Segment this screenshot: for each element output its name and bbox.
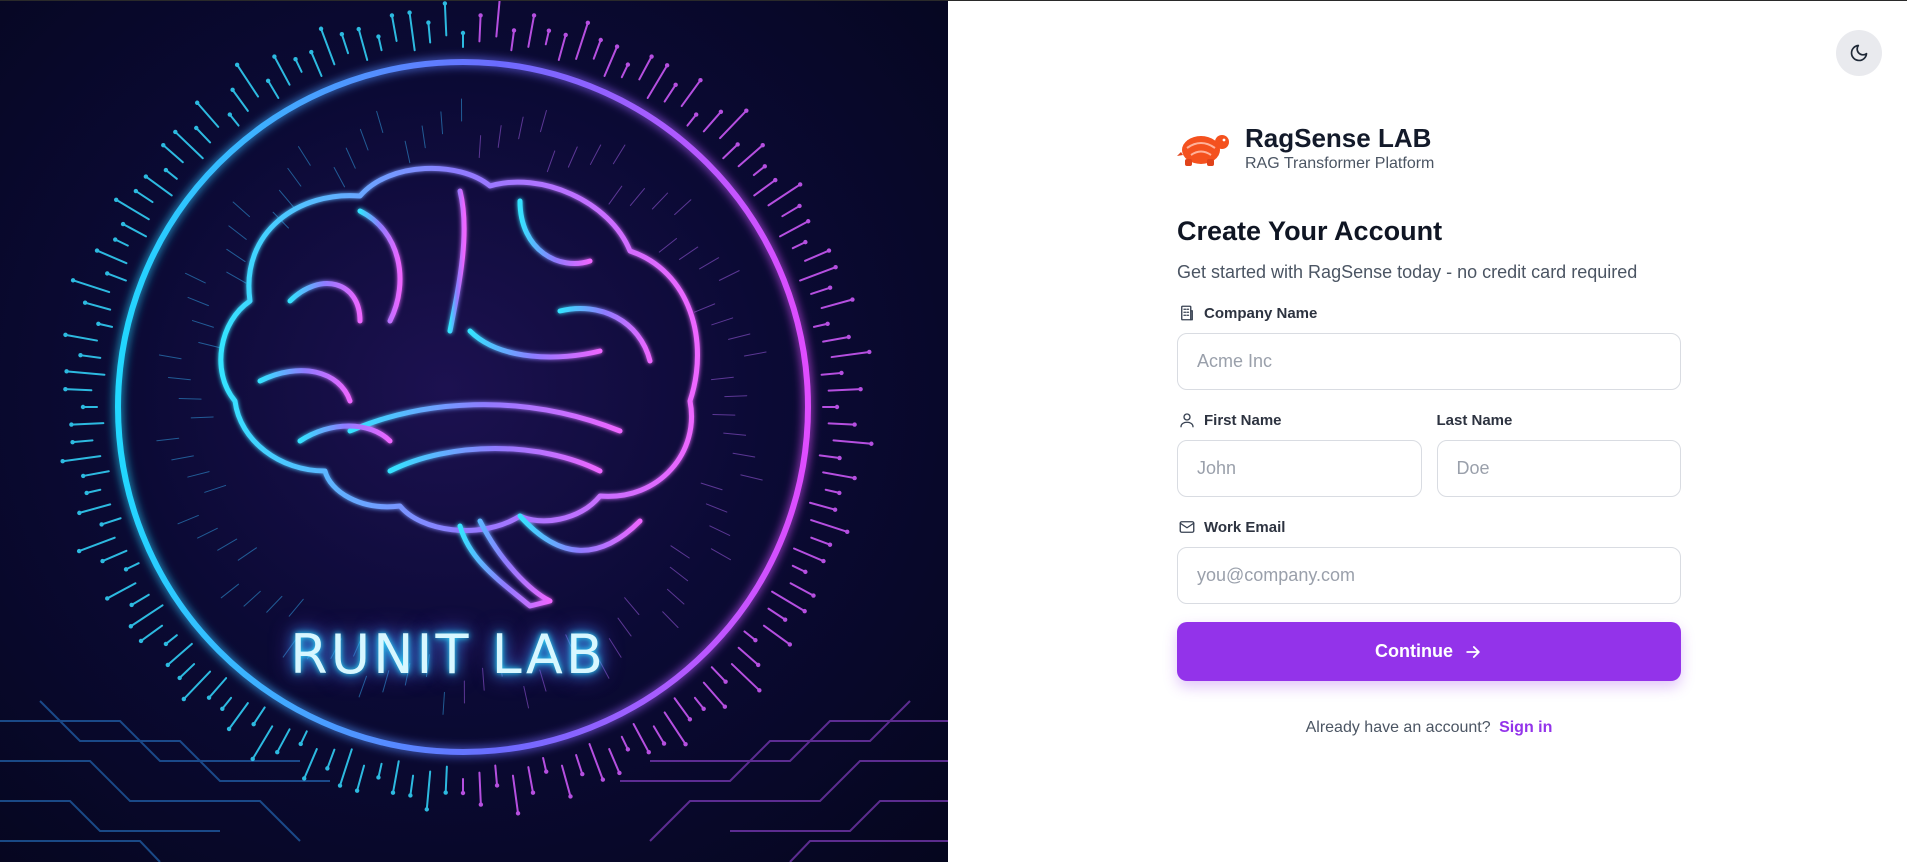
email-group: Work Email: [1177, 517, 1681, 604]
first-name-label-text: First Name: [1204, 411, 1282, 429]
company-group: Company Name: [1177, 303, 1681, 390]
last-name-group: Last Name: [1436, 410, 1682, 497]
signup-form: RagSense LAB RAG Transformer Platform Cr…: [1177, 121, 1681, 737]
company-label-text: Company Name: [1204, 304, 1318, 322]
mail-icon: [1177, 517, 1197, 537]
continue-button[interactable]: Continue: [1177, 622, 1681, 681]
first-name-label: First Name: [1177, 410, 1422, 430]
email-input[interactable]: [1177, 547, 1681, 604]
arrow-right-icon: [1463, 642, 1483, 662]
signin-prompt: Already have an account?: [1305, 719, 1491, 736]
first-name-group: First Name: [1177, 410, 1422, 497]
brand-name: RagSense LAB: [1245, 122, 1432, 153]
last-name-input[interactable]: [1436, 440, 1681, 497]
continue-button-label: Continue: [1375, 641, 1453, 661]
signin-link[interactable]: Sign in: [1499, 719, 1552, 736]
brand-tagline: RAG Transformer Platform: [1245, 154, 1435, 172]
signin-row: Already have an account? Sign in: [1177, 719, 1681, 737]
building-icon: [1177, 303, 1197, 323]
neon-brain-icon: [0, 1, 948, 862]
signup-page: RUNIT LAB RagSense LAB RAG Transformer P…: [0, 0, 1907, 862]
hero-panel: RUNIT LAB: [0, 1, 948, 862]
company-label: Company Name: [1177, 303, 1681, 323]
hero-title: RUNIT LAB: [290, 623, 606, 686]
company-input[interactable]: [1177, 333, 1681, 390]
page-subtitle: Get started with RagSense today - no cre…: [1177, 262, 1638, 282]
brand-header: RagSense LAB RAG Transformer Platform: [1177, 121, 1681, 175]
first-name-input[interactable]: [1177, 440, 1422, 497]
name-row: First Name Last Name: [1177, 410, 1681, 497]
turtle-logo-icon: [1177, 121, 1233, 175]
form-panel: RagSense LAB RAG Transformer Platform Cr…: [948, 1, 1907, 862]
last-name-label: Last Name: [1437, 410, 1682, 430]
theme-toggle-button[interactable]: [1836, 30, 1882, 76]
moon-icon: [1849, 43, 1869, 63]
page-title: Create Your Account: [1177, 216, 1443, 246]
email-label: Work Email: [1177, 517, 1681, 537]
user-icon: [1177, 410, 1197, 430]
last-name-label-text: Last Name: [1436, 411, 1513, 429]
email-label-text: Work Email: [1204, 518, 1286, 536]
